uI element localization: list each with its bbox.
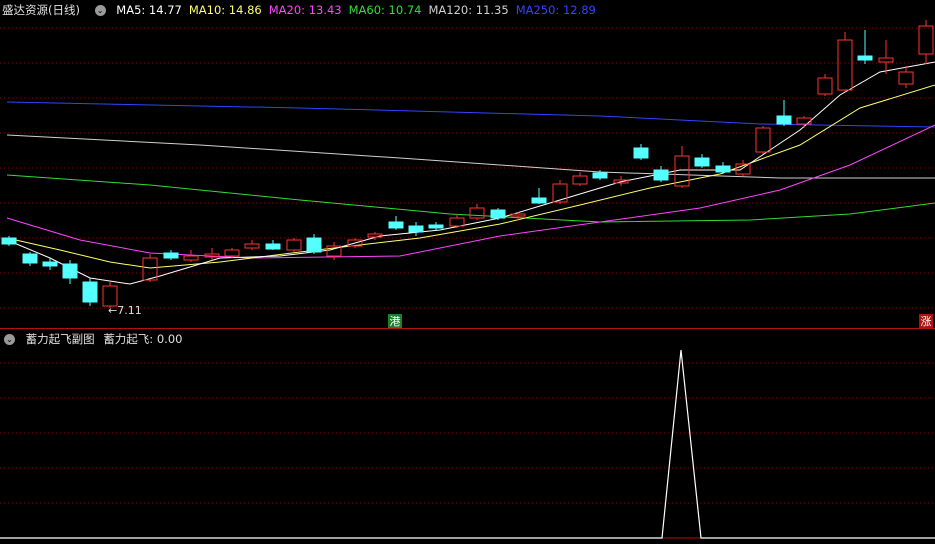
ma-legend-item: MA20: 13.43 (268, 3, 342, 17)
ma-legend-item: MA10: 14.86 (188, 3, 262, 17)
candle-body (653, 169, 669, 181)
ma-legend-item: MA120: 11.35 (428, 3, 509, 17)
zhang-marker[interactable]: 涨 (919, 314, 933, 329)
chevron-down-icon[interactable]: ⌄ (4, 334, 15, 345)
candle-body (776, 115, 792, 125)
indicator-chart[interactable] (0, 330, 935, 544)
candle-body (552, 183, 568, 203)
candle-body (796, 117, 812, 125)
candle-body (898, 71, 914, 85)
candle-body (408, 225, 424, 233)
candle-body (22, 253, 38, 264)
candle-body (755, 127, 771, 153)
ma-legend-list: MA5: 14.77 MA10: 14.86 MA20: 13.43 MA60: 10… (116, 3, 603, 17)
sub-chart-pane[interactable]: ⌄ 蓄力起飞副图 蓄力起飞: 0.00 (0, 330, 935, 544)
candle-body (490, 209, 506, 219)
pane-divider (0, 328, 935, 329)
candle-body (102, 285, 118, 307)
candle-body (633, 147, 649, 159)
main-legend: 盛达资源(日线) ⌄ MA5: 14.77 MA10: 14.86 MA20: 13… (2, 2, 610, 18)
sub-legend: ⌄ 蓄力起飞副图 蓄力起飞: 0.00 (2, 331, 189, 347)
ma-legend-item: MA250: 12.89 (515, 3, 596, 17)
ma-legend-item: MA60: 10.74 (348, 3, 422, 17)
indicator-value: 蓄力起飞: 0.00 (103, 332, 183, 346)
ma-line (6, 101, 935, 128)
candle-body (265, 243, 281, 250)
ma-line (6, 134, 935, 179)
candle-body (367, 233, 383, 238)
candle-body (1, 237, 17, 245)
candle-body (82, 281, 98, 303)
candle-body (837, 39, 853, 91)
candle-body (572, 175, 588, 185)
gang-marker[interactable]: 港 (388, 314, 402, 329)
candle-body (183, 255, 199, 261)
candle-body (918, 25, 934, 55)
candle-body (592, 172, 608, 179)
candle-body (531, 197, 547, 204)
ma-line (6, 174, 935, 223)
ma-line (6, 124, 935, 259)
candle-body (224, 249, 240, 257)
candle-body (42, 261, 58, 267)
low-price-label: ←7.11 (108, 304, 142, 317)
candle-body (163, 252, 179, 259)
candle-body (715, 165, 731, 173)
stock-title: 盛达资源(日线) (2, 3, 80, 17)
ma-legend-item: MA5: 14.77 (116, 3, 182, 17)
candlestick-chart[interactable] (0, 0, 935, 330)
candle-body (142, 257, 158, 281)
candle-body (694, 157, 710, 167)
candle-body (428, 224, 444, 229)
candle-body (878, 57, 894, 63)
candle-body (62, 263, 78, 279)
candle-body (817, 77, 833, 95)
main-chart-pane[interactable]: 盛达资源(日线) ⌄ MA5: 14.77 MA10: 14.86 MA20: 13… (0, 0, 935, 330)
chevron-down-icon[interactable]: ⌄ (94, 5, 106, 16)
ma-line (6, 61, 935, 285)
candle-body (469, 207, 485, 219)
sub-title: 蓄力起飞副图 (25, 332, 95, 346)
candle-body (449, 217, 465, 227)
candle-body (306, 237, 322, 253)
indicator-line (0, 349, 935, 539)
candle-body (286, 239, 302, 251)
candle-body (244, 243, 260, 249)
candle-body (857, 55, 873, 61)
candle-body (510, 213, 526, 217)
candle-body (388, 221, 404, 229)
